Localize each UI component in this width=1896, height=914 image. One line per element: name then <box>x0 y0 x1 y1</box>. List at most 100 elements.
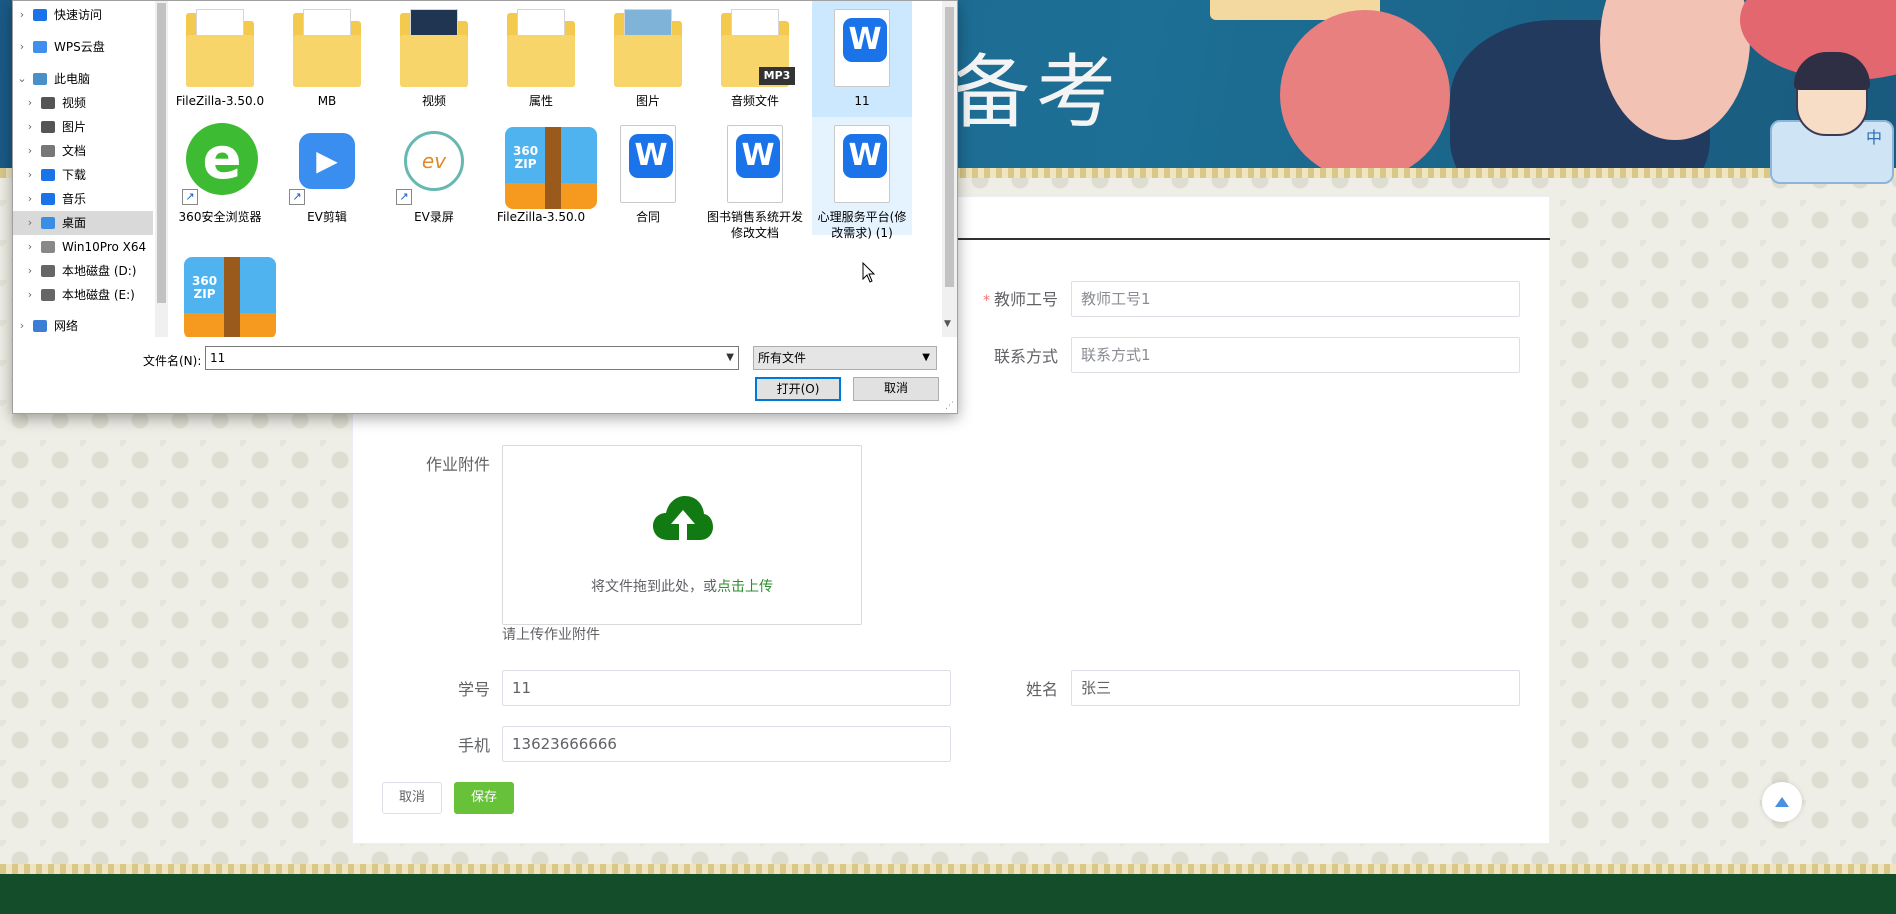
file-thumbnail: 360 ZIP <box>501 121 597 209</box>
filetype-select[interactable]: 所有文件 ▼ <box>753 346 937 370</box>
save-button[interactable]: 保存 <box>454 782 514 814</box>
file-open-dialog[interactable]: › 快速访问 › WPS云盘 ⌄ 此电脑 › 视频 › 图片 › 文档 › 下载 › 音乐 › 桌面 › Win10P… <box>12 0 958 414</box>
file-name: 视频 <box>421 94 446 108</box>
screen-recorder-icon: ev <box>404 131 464 191</box>
file-thumbnail: ▶ ↗ <box>287 121 367 205</box>
file-item[interactable]: ev ↗ EV录屏 <box>384 117 484 235</box>
archive-icon <box>545 127 561 209</box>
file-item[interactable]: ▶ ↗ EV剪辑 <box>277 117 377 235</box>
back-to-top-button[interactable] <box>1762 782 1802 822</box>
contact-input[interactable]: 联系方式1 <box>1071 337 1520 373</box>
nav-item[interactable]: › 下载 <box>13 163 153 187</box>
banner-title: 备考 <box>950 46 1122 139</box>
drive-icon <box>41 265 55 277</box>
chevron-right-icon[interactable]: › <box>25 259 35 283</box>
chevron-down-icon[interactable]: ⌄ <box>17 67 27 91</box>
file-item[interactable]: W 合同 <box>598 117 698 235</box>
file-name: EV录屏 <box>414 210 454 224</box>
language-toggle[interactable]: 中 <box>1866 128 1882 148</box>
nav-item-label: 网络 <box>54 319 79 333</box>
file-name: 属性 <box>528 94 553 108</box>
chevron-right-icon[interactable]: › <box>25 163 35 187</box>
shortcut-arrow-icon: ↗ <box>396 189 412 205</box>
upload-dropzone[interactable]: 将文件拖到此处，或点击上传 <box>502 445 862 625</box>
file-item[interactable]: e ↗ 360安全浏览器 <box>170 117 270 235</box>
browser-icon: e <box>186 123 258 195</box>
network-icon <box>33 320 47 332</box>
click-upload-link[interactable]: 点击上传 <box>717 579 773 595</box>
file-thumbnail: W <box>715 121 795 205</box>
mouse-cursor-icon <box>862 262 876 283</box>
file-thumbnail: ev ↗ <box>394 121 474 205</box>
dialog-cancel-button[interactable]: 取消 <box>853 377 939 401</box>
file-item[interactable]: 360 ZIP FileZilla-3.50.0 <box>491 117 597 235</box>
teacher-id-input[interactable]: 教师工号1 <box>1071 281 1520 317</box>
file-thumbnail: 360 ZIP <box>180 251 276 337</box>
nav-item[interactable]: › 网络 <box>13 314 153 337</box>
scroll-down-icon[interactable]: ▼ <box>944 319 951 329</box>
filename-input[interactable]: 11 ▼ <box>205 346 739 370</box>
name-input[interactable]: 张三 <box>1071 670 1520 706</box>
nav-item[interactable]: › 图片 <box>13 115 153 139</box>
folder-icon <box>507 35 575 87</box>
image-icon <box>41 121 55 133</box>
file-thumbnail <box>394 5 474 89</box>
nav-item[interactable]: › 本地磁盘 (E:) <box>13 283 153 307</box>
nav-scroll-thumb[interactable] <box>157 3 166 303</box>
drive-icon <box>41 241 55 253</box>
file-item[interactable]: W 图书销售系统开发修改文档 <box>705 117 805 240</box>
chevron-right-icon[interactable]: › <box>25 187 35 211</box>
folder-icon <box>186 35 254 87</box>
wps-document-icon: W <box>834 9 890 87</box>
nav-item[interactable]: › 桌面 <box>13 211 153 235</box>
file-item[interactable]: W 心理服务平台(修改需求) (1) <box>812 117 912 240</box>
nav-item[interactable]: › 视频 <box>13 91 153 115</box>
nav-item-label: 音乐 <box>62 192 87 206</box>
cloud-upload-icon <box>653 496 713 540</box>
file-item[interactable]: MP3 音频文件 <box>705 1 805 119</box>
file-item[interactable]: 图片 <box>598 1 698 119</box>
folder-icon <box>614 35 682 87</box>
file-list-scroll-thumb[interactable] <box>945 7 954 287</box>
wps-document-icon: W <box>620 125 676 203</box>
file-item[interactable]: FileZilla-3.50.0 <box>170 1 270 119</box>
file-item[interactable]: 属性 <box>491 1 591 119</box>
resize-grip-icon[interactable]: ⋰ <box>945 401 955 411</box>
file-item[interactable]: 视频 <box>384 1 484 119</box>
phone-input[interactable]: 13623666666 <box>502 726 951 762</box>
chevron-down-icon[interactable]: ▼ <box>726 347 734 369</box>
nav-item[interactable]: › 文档 <box>13 139 153 163</box>
open-button[interactable]: 打开(O) <box>755 377 841 401</box>
chevron-right-icon[interactable]: › <box>17 35 27 59</box>
nav-scrollbar[interactable] <box>155 1 168 337</box>
student-no-input[interactable]: 11 <box>502 670 951 706</box>
nav-item[interactable]: › 本地磁盘 (D:) <box>13 259 153 283</box>
nav-item[interactable]: › 音乐 <box>13 187 153 211</box>
file-name: FileZilla-3.50.0 <box>175 94 265 108</box>
nav-item-label: 图片 <box>62 120 87 134</box>
file-item[interactable]: W 11 <box>812 1 912 119</box>
nav-item-label: WPS云盘 <box>54 40 105 54</box>
nav-item[interactable]: ⌄ 此电脑 <box>13 67 153 91</box>
file-item[interactable]: 360 ZIP <box>170 247 276 337</box>
file-item[interactable]: MB <box>277 1 377 119</box>
cancel-button[interactable]: 取消 <box>382 782 442 814</box>
chevron-right-icon[interactable]: › <box>17 3 27 27</box>
attachment-label: 作业附件 <box>425 455 490 474</box>
chevron-right-icon[interactable]: › <box>25 211 35 235</box>
nav-item-label: Win10Pro X64 <box>62 240 147 254</box>
nav-item[interactable]: › WPS云盘 <box>13 35 153 59</box>
nav-item-label: 下载 <box>62 168 87 182</box>
chevron-right-icon[interactable]: › <box>25 91 35 115</box>
chevron-right-icon[interactable]: › <box>25 235 35 259</box>
chevron-right-icon[interactable]: › <box>17 314 27 337</box>
nav-item[interactable]: › Win10Pro X64 <box>13 235 153 259</box>
file-name: FileZilla-3.50.0 <box>496 210 586 224</box>
chevron-right-icon[interactable]: › <box>25 139 35 163</box>
file-list-scrollbar[interactable]: ▼ <box>942 1 957 337</box>
nav-item[interactable]: › 快速访问 <box>13 3 153 27</box>
chevron-right-icon[interactable]: › <box>25 283 35 307</box>
chevron-right-icon[interactable]: › <box>25 115 35 139</box>
nav-item-label: 此电脑 <box>54 72 91 86</box>
filename-label: 文件名(N): <box>143 354 202 368</box>
